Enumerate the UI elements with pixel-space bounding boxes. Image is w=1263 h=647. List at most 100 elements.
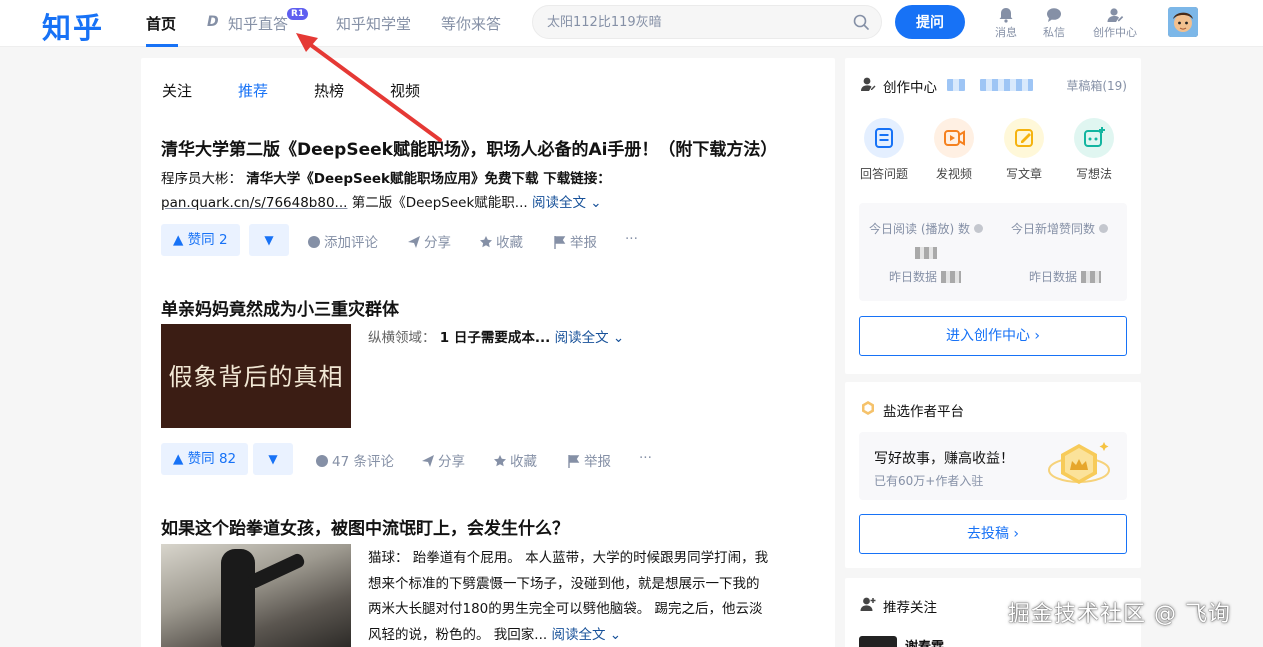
excerpt-bold: 清华大学《DeepSeek赋能职场应用》免费下载 下载链接： bbox=[246, 171, 611, 187]
yanxuan-author-card: 盐选作者平台 写好故事，赚高收益！ 已有60万+作者入驻 去投稿 › bbox=[845, 382, 1141, 568]
tab-recommend[interactable]: 推荐 bbox=[238, 80, 268, 101]
yesterday-upvotes: 昨日数据 bbox=[1029, 270, 1078, 284]
blurred-username bbox=[947, 79, 965, 91]
r1-badge: R1 bbox=[287, 8, 309, 20]
recommend-name[interactable]: 谢春霖 bbox=[905, 636, 944, 647]
collect-label: 收藏 bbox=[510, 454, 537, 470]
flag-icon bbox=[568, 455, 580, 468]
report-button[interactable]: 举报 bbox=[567, 450, 611, 470]
downvote-button[interactable]: ▼ bbox=[249, 224, 289, 256]
stat-label-reads: 今日阅读 (播放) 数 bbox=[869, 220, 983, 237]
submit-manuscript-button[interactable]: 去投稿 › bbox=[859, 514, 1127, 554]
comment-button[interactable]: 添加评论 bbox=[307, 231, 378, 251]
more-button[interactable]: ··· bbox=[639, 450, 652, 466]
flag-icon bbox=[554, 236, 566, 249]
messages-label: 消息 bbox=[995, 26, 1017, 39]
quick-article-button[interactable]: 写文章 bbox=[994, 118, 1054, 182]
feed-item-title[interactable]: 如果这个跆拳道女孩，被图中流氓盯上，会发生什么？ bbox=[161, 514, 569, 539]
creator-icon bbox=[1107, 8, 1124, 22]
user-avatar[interactable] bbox=[1168, 7, 1198, 37]
feed-card: 关注 推荐 热榜 视频 清华大学第二版《DeepSeek赋能职场》，职场人必备的… bbox=[141, 58, 835, 647]
promo-subtext: 已有60万+作者入驻 bbox=[874, 474, 984, 488]
collect-label: 收藏 bbox=[496, 235, 523, 251]
read-more-link[interactable]: 阅读全文 ⌄ bbox=[555, 330, 625, 346]
thumbnail-text: 假象背后的真相 bbox=[168, 363, 344, 391]
recommend-avatar[interactable] bbox=[859, 636, 897, 647]
report-label: 举报 bbox=[584, 454, 611, 470]
downvote-icon: ▼ bbox=[264, 233, 274, 247]
video-icon bbox=[944, 130, 965, 146]
zhihu-logo[interactable]: 知乎 bbox=[42, 5, 104, 47]
feed-item-excerpt[interactable]: 程序员大彬： 清华大学《DeepSeek赋能职场应用》免费下载 下载链接： pa… bbox=[161, 167, 821, 215]
downvote-icon: ▼ bbox=[268, 452, 278, 466]
thumbnail-figure bbox=[221, 549, 255, 647]
read-more-link[interactable]: 阅读全文 ⌄ bbox=[551, 627, 621, 643]
creator-center-title: 创作中心 bbox=[883, 80, 937, 96]
more-button[interactable]: ··· bbox=[625, 231, 638, 247]
creator-center-button[interactable]: 创作中心 bbox=[1085, 7, 1145, 40]
feed-item-title[interactable]: 单亲妈妈竟然成为小三重灾群体 bbox=[161, 295, 399, 320]
blurred-username bbox=[980, 79, 1033, 91]
help-icon bbox=[1098, 224, 1108, 233]
recommend-title: 推荐关注 bbox=[883, 600, 937, 616]
upvote-button[interactable]: ▲ 赞同 2 bbox=[161, 224, 240, 256]
help-icon bbox=[973, 224, 983, 233]
share-button[interactable]: 分享 bbox=[421, 450, 465, 470]
yanxuan-title: 盐选作者平台 bbox=[883, 404, 964, 420]
chevron-down-icon: ⌄ bbox=[590, 195, 602, 211]
chat-icon bbox=[1047, 8, 1061, 22]
search-input[interactable] bbox=[547, 12, 847, 32]
ask-button[interactable]: 提问 bbox=[895, 5, 965, 39]
comment-icon bbox=[316, 455, 328, 467]
read-more-label: 阅读全文 bbox=[551, 626, 606, 643]
tab-hot[interactable]: 热榜 bbox=[314, 80, 344, 101]
excerpt-line: 两米大长腿对付180的男生完全可以劈他脑袋。 踢完之后，他云淡 bbox=[368, 601, 763, 617]
feed-item-excerpt[interactable]: 纵横领域： 1 日子需要成本... 阅读全文 ⌄ bbox=[368, 326, 818, 350]
collect-button[interactable]: 收藏 bbox=[479, 231, 523, 251]
feed-item-thumbnail[interactable] bbox=[161, 544, 351, 647]
private-messages-label: 私信 bbox=[1043, 26, 1065, 39]
chevron-down-icon: ⌄ bbox=[609, 626, 622, 643]
feed-item-excerpt[interactable]: 猫球： 跆拳道有个屁用。 本人蓝带，大学的时候跟男同学打闹，我 想来个标准的下劈… bbox=[368, 546, 823, 647]
report-button[interactable]: 举报 bbox=[553, 231, 597, 251]
drafts-link[interactable]: 草稿箱(19) bbox=[1066, 77, 1127, 94]
feed-item-actions: ▲ 赞同 82 ▼ 47 条评论 分享 收藏 举报 ··· bbox=[161, 443, 821, 475]
creator-center-label: 创作中心 bbox=[1093, 26, 1137, 39]
feed-item-thumbnail[interactable]: 假象背后的真相 bbox=[161, 324, 351, 428]
upvote-button[interactable]: ▲ 赞同 82 bbox=[161, 443, 249, 475]
excerpt-author: 程序员大彬： bbox=[161, 171, 242, 187]
nav-zhida[interactable]: 知乎直答 bbox=[228, 13, 288, 34]
comment-button[interactable]: 47 条评论 bbox=[315, 450, 394, 470]
top-header: 知乎 首页 D 知乎直答 R1 知乎知学堂 等你来答 提问 消息 私信 创作中心 bbox=[0, 0, 1263, 47]
yanxuan-promo[interactable]: 写好故事，赚高收益！ 已有60万+作者入驻 bbox=[859, 432, 1127, 500]
excerpt-line: 跆拳道有个屁用。 本人蓝带，大学的时候跟男同学打闹，我 bbox=[412, 550, 769, 566]
blurred-stat-value bbox=[941, 271, 961, 283]
quick-answer-button[interactable]: 回答问题 bbox=[854, 118, 914, 182]
creator-stats-panel: 今日阅读 (播放) 数 今日新增赞同数 昨日数据 昨日数据 bbox=[859, 203, 1127, 301]
quick-idea-button[interactable]: 写想法 bbox=[1064, 118, 1124, 182]
private-messages-button[interactable]: 私信 bbox=[1024, 7, 1084, 40]
read-more-link[interactable]: 阅读全文 ⌄ bbox=[532, 195, 602, 211]
quick-video-button[interactable]: 发视频 bbox=[924, 118, 984, 182]
stat-label-upvotes: 今日新增赞同数 bbox=[1011, 220, 1108, 237]
share-icon bbox=[408, 236, 420, 248]
nav-home[interactable]: 首页 bbox=[146, 13, 176, 34]
search-icon[interactable] bbox=[853, 14, 869, 30]
share-label: 分享 bbox=[424, 235, 451, 251]
pen-icon bbox=[1015, 129, 1033, 147]
tab-follow[interactable]: 关注 bbox=[162, 80, 192, 101]
share-button[interactable]: 分享 bbox=[407, 231, 451, 251]
nav-waiting-answers[interactable]: 等你来答 bbox=[441, 13, 501, 34]
report-label: 举报 bbox=[570, 235, 597, 251]
excerpt-link[interactable]: pan.quark.cn/s/76648b80... bbox=[161, 195, 347, 211]
feed-item-title[interactable]: 清华大学第二版《DeepSeek赋能职场》，职场人必备的Ai手册！（附下载方法） bbox=[161, 135, 777, 160]
excerpt-line: 风轻的说，粉色的。 我回家... bbox=[368, 626, 548, 643]
enter-creator-center-button[interactable]: 进入创作中心 › bbox=[859, 316, 1127, 356]
quick-answer-label: 回答问题 bbox=[859, 167, 908, 181]
collect-button[interactable]: 收藏 bbox=[493, 450, 537, 470]
tab-video[interactable]: 视频 bbox=[390, 80, 420, 101]
nav-zhixuetang[interactable]: 知乎知学堂 bbox=[336, 13, 411, 34]
add-user-icon bbox=[860, 597, 876, 611]
downvote-button[interactable]: ▼ bbox=[253, 443, 293, 475]
star-icon bbox=[494, 455, 506, 467]
